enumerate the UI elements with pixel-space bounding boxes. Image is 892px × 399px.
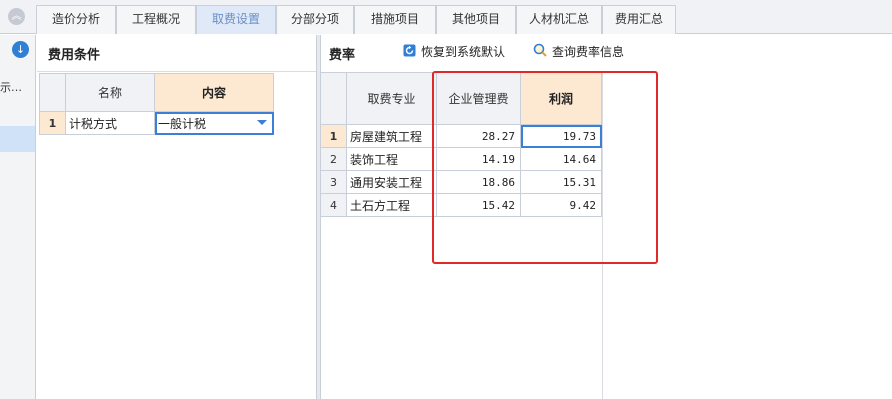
query-rate-info-label: 查询费率信息 — [552, 45, 625, 59]
table-row[interactable]: 4 土石方工程 15.42 9.42 — [320, 193, 602, 217]
search-icon — [533, 43, 547, 62]
specialty-cell[interactable]: 房屋建筑工程 — [346, 124, 437, 148]
row-number: 2 — [320, 147, 347, 171]
tab-project-overview[interactable]: 工程概况 — [116, 5, 196, 34]
header-name: 名称 — [65, 73, 155, 112]
tab-fee-summary[interactable]: 费用汇总 — [602, 5, 676, 34]
tree-item-label[interactable]: 示… — [0, 79, 22, 95]
fee-conditions-table: 名称 内容 1 计税方式 一般计税 — [39, 73, 274, 135]
query-rate-info-button[interactable]: 查询费率信息 — [533, 43, 624, 61]
profit-cell[interactable]: 14.64 — [520, 147, 602, 171]
tab-measure-items[interactable]: 措施项目 — [354, 5, 436, 34]
rate-grid-area: 取费专业 企业管理费 利润 1 房屋建筑工程 28.27 19.73 2 装饰工… — [320, 72, 603, 399]
project-tree-strip: ↓ 示… — [0, 35, 36, 399]
corner-cell — [39, 73, 66, 112]
table-row[interactable]: 1 计税方式 一般计税 — [39, 111, 274, 135]
management-fee-cell[interactable]: 28.27 — [436, 124, 521, 148]
fee-conditions-panel: 费用条件 名称 内容 1 计税方式 一般计税 — [37, 35, 316, 399]
row-number: 1 — [39, 111, 66, 135]
profit-cell[interactable]: 15.31 — [520, 170, 602, 194]
row-number: 3 — [320, 170, 347, 194]
table-row[interactable]: 1 房屋建筑工程 28.27 19.73 — [320, 124, 602, 148]
tab-cost-analysis[interactable]: 造价分析 — [36, 5, 116, 34]
fee-rate-table: 取费专业 企业管理费 利润 1 房屋建筑工程 28.27 19.73 2 装饰工… — [320, 72, 602, 217]
restore-default-button[interactable]: 恢复到系统默认 — [403, 43, 505, 61]
header-profit: 利润 — [520, 72, 602, 125]
arrow-down-icon[interactable]: ↓ — [12, 41, 29, 58]
restore-default-label: 恢复到系统默认 — [421, 45, 506, 59]
table-row[interactable]: 3 通用安装工程 18.86 15.31 — [320, 170, 602, 194]
tab-labor-material-summary[interactable]: 人材机汇总 — [516, 5, 602, 34]
row-number: 1 — [320, 124, 347, 148]
chevron-down-icon[interactable] — [257, 120, 267, 125]
tab-sub-items[interactable]: 分部分项 — [276, 5, 354, 34]
dropdown-value: 一般计税 — [158, 116, 207, 131]
condition-name-cell[interactable]: 计税方式 — [65, 111, 155, 135]
fee-rates-title: 费率 — [329, 48, 356, 63]
profit-cell[interactable]: 9.42 — [520, 193, 602, 217]
tree-item-selected[interactable] — [0, 126, 35, 152]
specialty-cell[interactable]: 通用安装工程 — [346, 170, 437, 194]
specialty-cell[interactable]: 装饰工程 — [346, 147, 437, 171]
header-specialty: 取费专业 — [346, 72, 437, 125]
header-content: 内容 — [154, 73, 274, 112]
corner-cell — [320, 72, 347, 125]
fee-rates-panel: 费率 恢复到系统默认 查询费率信息 取费专业 企业管理费 利润 1 房屋建筑工程… — [320, 35, 892, 399]
management-fee-cell[interactable]: 14.19 — [436, 147, 521, 171]
module-tab-bar: ︽ 造价分析 工程概况 取费设置 分部分项 措施项目 其他项目 人材机汇总 费用… — [0, 0, 892, 34]
row-number: 4 — [320, 193, 347, 217]
header-management-fee: 企业管理费 — [436, 72, 521, 125]
tax-method-dropdown[interactable]: 一般计税 — [154, 111, 274, 135]
tab-other-items[interactable]: 其他项目 — [436, 5, 516, 34]
fee-conditions-title: 费用条件 — [48, 48, 101, 63]
tab-fee-settings[interactable]: 取费设置 — [196, 5, 276, 34]
specialty-cell[interactable]: 土石方工程 — [346, 193, 437, 217]
management-fee-cell[interactable]: 15.42 — [436, 193, 521, 217]
panel-divider — [37, 71, 316, 72]
profit-cell[interactable]: 19.73 — [520, 124, 602, 148]
collapse-icon[interactable]: ︽ — [8, 8, 25, 25]
management-fee-cell[interactable]: 18.86 — [436, 170, 521, 194]
restore-icon — [403, 44, 416, 62]
table-row[interactable]: 2 装饰工程 14.19 14.64 — [320, 147, 602, 171]
